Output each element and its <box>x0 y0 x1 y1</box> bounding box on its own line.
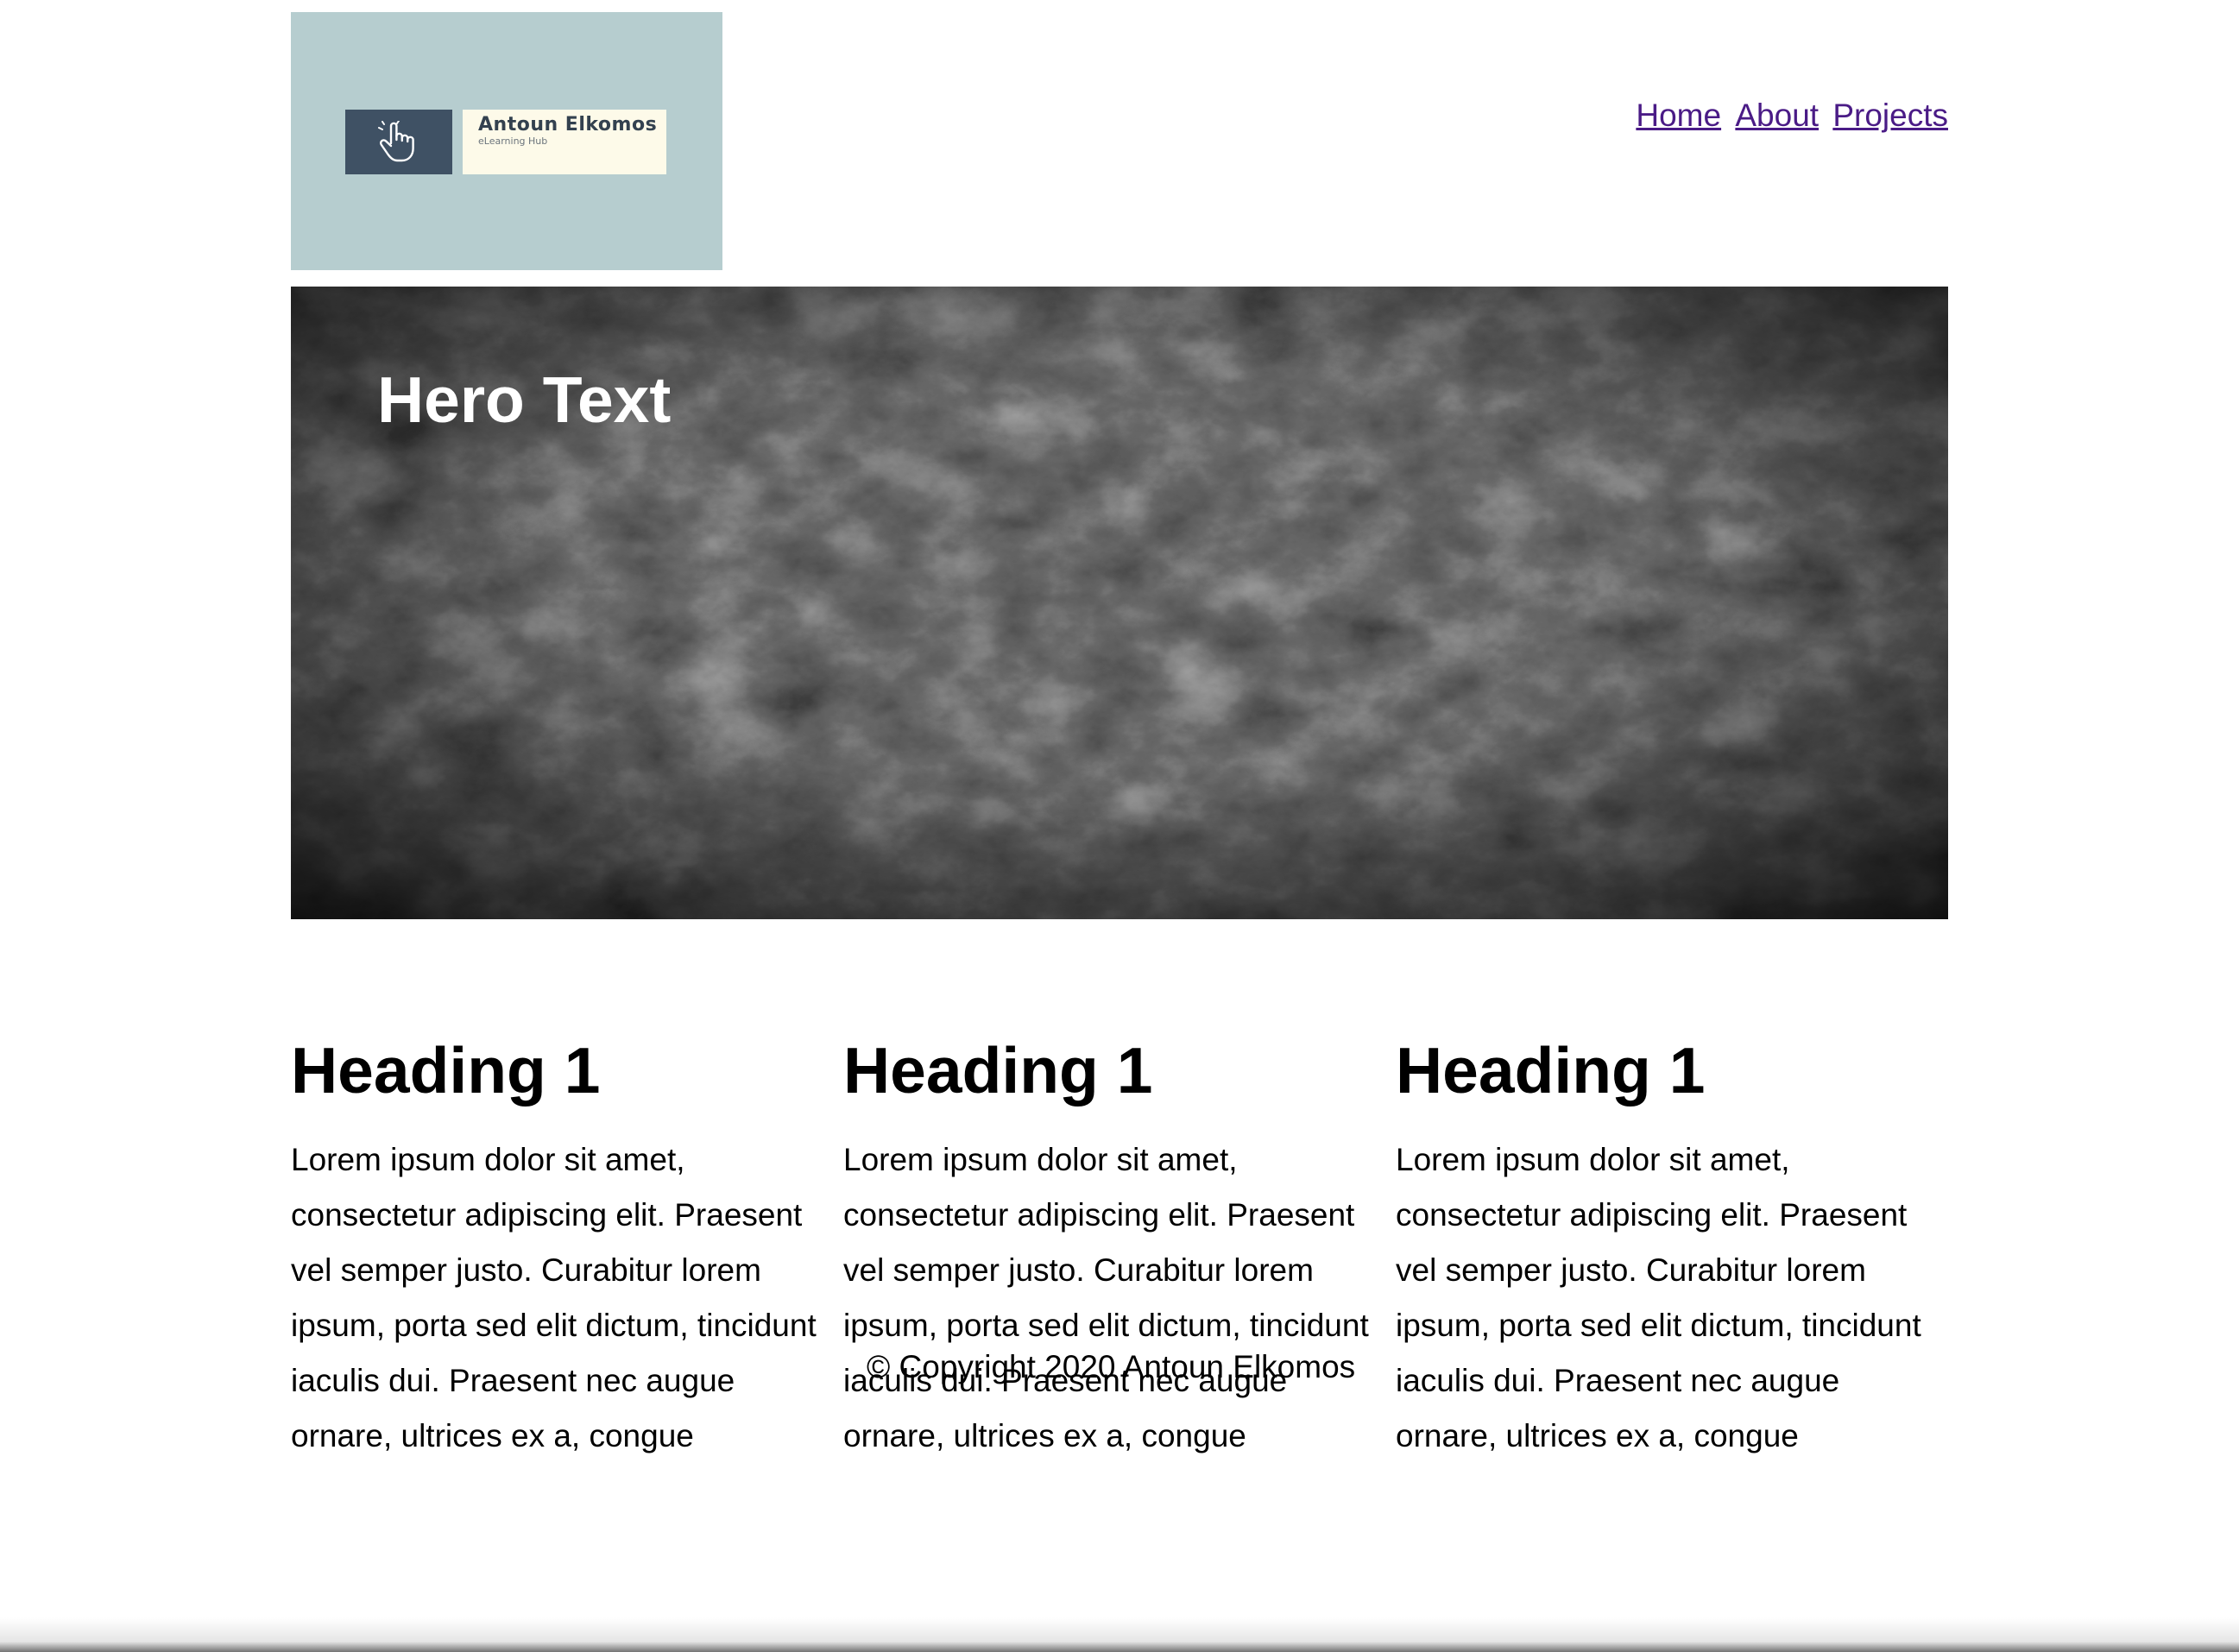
main-nav: Home About Projects <box>1630 97 1948 135</box>
column-body: Lorem ipsum dolor sit amet, consectetur … <box>291 1142 817 1453</box>
column-3: Heading 1 Lorem ipsum dolor sit amet, co… <box>1396 1027 1948 1464</box>
logo-tagline: eLearning Hub <box>478 136 548 147</box>
column-heading: Heading 1 <box>843 1034 1153 1107</box>
column-body: Lorem ipsum dolor sit amet, consectetur … <box>843 1142 1369 1453</box>
column-heading: Heading 1 <box>1396 1034 1706 1107</box>
window-bottom-edge <box>0 1617 2239 1652</box>
nav-link-projects[interactable]: Projects <box>1832 98 1948 133</box>
hero-text: Hero Text <box>377 363 672 436</box>
pointing-hand-icon <box>345 110 452 174</box>
column-2: Heading 1 Lorem ipsum dolor sit amet, co… <box>843 1027 1396 1464</box>
hero-banner: Hero Text <box>291 287 1948 919</box>
footer-copyright: © Copyright 2020 Antoun Elkomos <box>867 1349 1356 1384</box>
column-heading: Heading 1 <box>291 1034 601 1107</box>
logo-wordmark: Antoun Elkomos eLearning Hub <box>463 110 666 174</box>
column-body: Lorem ipsum dolor sit amet, consectetur … <box>1396 1142 1921 1453</box>
column-1: Heading 1 Lorem ipsum dolor sit amet, co… <box>291 1027 843 1464</box>
nav-link-home[interactable]: Home <box>1636 98 1721 133</box>
nav-link-about[interactable]: About <box>1735 98 1819 133</box>
logo-name: Antoun Elkomos <box>478 114 658 136</box>
site-logo[interactable]: Antoun Elkomos eLearning Hub <box>291 12 722 270</box>
